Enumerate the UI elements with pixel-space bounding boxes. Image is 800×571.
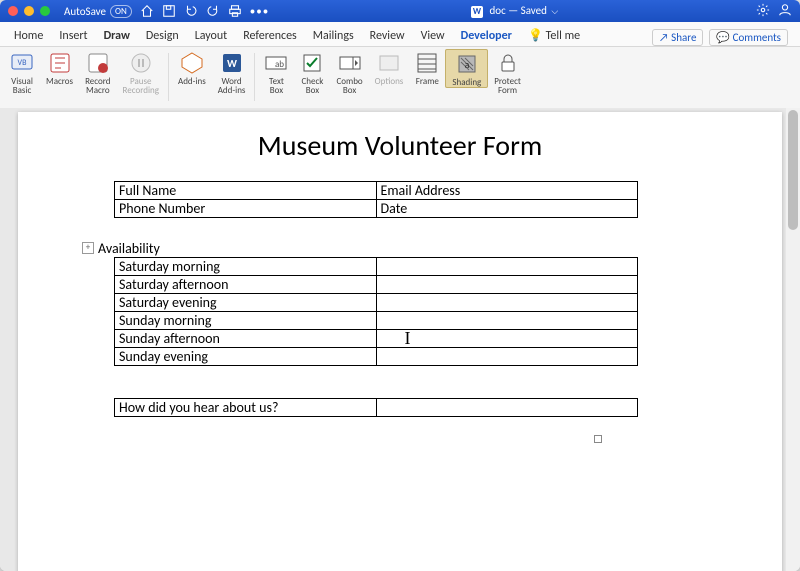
record-macro-button[interactable]: Record Macro — [79, 49, 116, 96]
check-box-control-button[interactable]: Check Box — [294, 49, 330, 96]
avail-row[interactable]: Saturday morning — [115, 258, 377, 276]
document-canvas[interactable]: Museum Volunteer Form Full Name Email Ad… — [0, 108, 800, 571]
tab-insert[interactable]: Insert — [51, 26, 95, 46]
macros-button[interactable]: Macros — [40, 49, 79, 86]
save-icon[interactable] — [162, 4, 176, 18]
home-icon[interactable] — [140, 4, 154, 18]
autosave-label: AutoSave — [64, 5, 106, 18]
scrollbar-thumb[interactable] — [788, 110, 798, 230]
tab-draw[interactable]: Draw — [96, 26, 138, 46]
combo-box-control-button[interactable]: Combo Box — [330, 49, 368, 96]
avail-row-input[interactable] — [376, 348, 638, 366]
avail-row[interactable]: Saturday afternoon — [115, 276, 377, 294]
svg-text:a: a — [464, 58, 469, 71]
avail-row-input[interactable]: I — [376, 330, 638, 348]
ribbon-developer: VB Visual Basic Macros Record Macro Paus… — [0, 47, 800, 110]
avail-row[interactable]: Saturday evening — [115, 294, 377, 312]
tab-developer[interactable]: Developer — [453, 26, 520, 46]
hear-about-table[interactable]: How did you hear about us? — [114, 398, 638, 417]
tab-review[interactable]: Review — [362, 26, 413, 46]
tab-home[interactable]: Home — [6, 26, 51, 46]
minimize-window-button[interactable] — [24, 6, 34, 16]
tab-view[interactable]: View — [413, 26, 453, 46]
visual-basic-button[interactable]: VB Visual Basic — [4, 49, 40, 96]
protect-form-button[interactable]: Protect Form — [488, 49, 527, 96]
cell-hear-about[interactable]: How did you hear about us? — [115, 399, 377, 417]
options-button: Options — [369, 49, 410, 86]
availability-header[interactable]: + Availability — [98, 240, 740, 257]
vertical-scrollbar[interactable] — [786, 108, 800, 571]
settings-icon[interactable] — [756, 3, 770, 20]
text-box-control-button[interactable]: ab| Text Box — [258, 49, 294, 96]
svg-text:VB: VB — [18, 58, 28, 68]
contact-table[interactable]: Full Name Email Address Phone Number Dat… — [114, 181, 638, 218]
avail-row-input[interactable] — [376, 294, 638, 312]
table-resize-handle[interactable] — [594, 435, 602, 443]
availability-table[interactable]: Saturday morning Saturday afternoon Satu… — [114, 257, 638, 366]
autosave-state: ON — [110, 5, 132, 18]
titlebar: AutoSave ON ••• W doc — Saved ⌵ — [0, 0, 800, 22]
close-window-button[interactable] — [8, 6, 18, 16]
tab-references[interactable]: References — [235, 26, 305, 46]
cell-hear-about-input[interactable] — [376, 399, 638, 417]
frame-button[interactable]: Frame — [409, 49, 445, 86]
avail-row[interactable]: Sunday morning — [115, 312, 377, 330]
print-icon[interactable] — [228, 4, 242, 18]
tab-mailings[interactable]: Mailings — [305, 26, 362, 46]
share-presence-icon[interactable] — [778, 3, 792, 20]
avail-row-input[interactable] — [376, 312, 638, 330]
avail-row[interactable]: Sunday afternoon — [115, 330, 377, 348]
search-tellme[interactable]: 💡 Tell me — [520, 25, 588, 46]
tab-layout[interactable]: Layout — [187, 26, 236, 46]
avail-row-input[interactable] — [376, 276, 638, 294]
word-addins-button[interactable]: W Word Add-ins — [212, 49, 252, 96]
comments-button[interactable]: 💬 Comments — [709, 29, 788, 46]
cell-phone[interactable]: Phone Number — [115, 200, 377, 218]
undo-icon[interactable] — [184, 4, 198, 18]
cell-date[interactable]: Date — [376, 200, 638, 218]
addins-button[interactable]: Add-ins — [172, 49, 212, 86]
document-title: W doc — Saved ⌵ — [273, 4, 756, 18]
pause-recording-button: Pause Recording — [117, 49, 165, 96]
text-cursor-icon: I — [405, 328, 411, 349]
tab-design[interactable]: Design — [138, 26, 187, 46]
word-app-icon: W — [471, 6, 483, 18]
table-anchor-icon[interactable]: + — [82, 242, 94, 254]
svg-text:W: W — [227, 57, 237, 70]
zoom-window-button[interactable] — [40, 6, 50, 16]
document-heading: Museum Volunteer Form — [60, 128, 740, 163]
page[interactable]: Museum Volunteer Form Full Name Email Ad… — [18, 112, 782, 571]
cell-full-name[interactable]: Full Name — [115, 182, 377, 200]
avail-row-input[interactable] — [376, 258, 638, 276]
more-icon[interactable]: ••• — [250, 5, 269, 18]
autosave-toggle[interactable]: AutoSave ON — [64, 5, 132, 18]
lightbulb-icon: 💡 — [528, 29, 543, 43]
shading-button[interactable]: a Shading — [445, 49, 488, 88]
chevron-down-icon[interactable]: ⌵ — [551, 6, 558, 17]
avail-row[interactable]: Sunday evening — [115, 348, 377, 366]
cell-email[interactable]: Email Address — [376, 182, 638, 200]
svg-text:ab|: ab| — [275, 59, 288, 70]
redo-icon[interactable] — [206, 4, 220, 18]
ribbon-tabs: Home Insert Draw Design Layout Reference… — [0, 22, 800, 47]
share-button[interactable]: ↗ Share — [652, 29, 703, 46]
